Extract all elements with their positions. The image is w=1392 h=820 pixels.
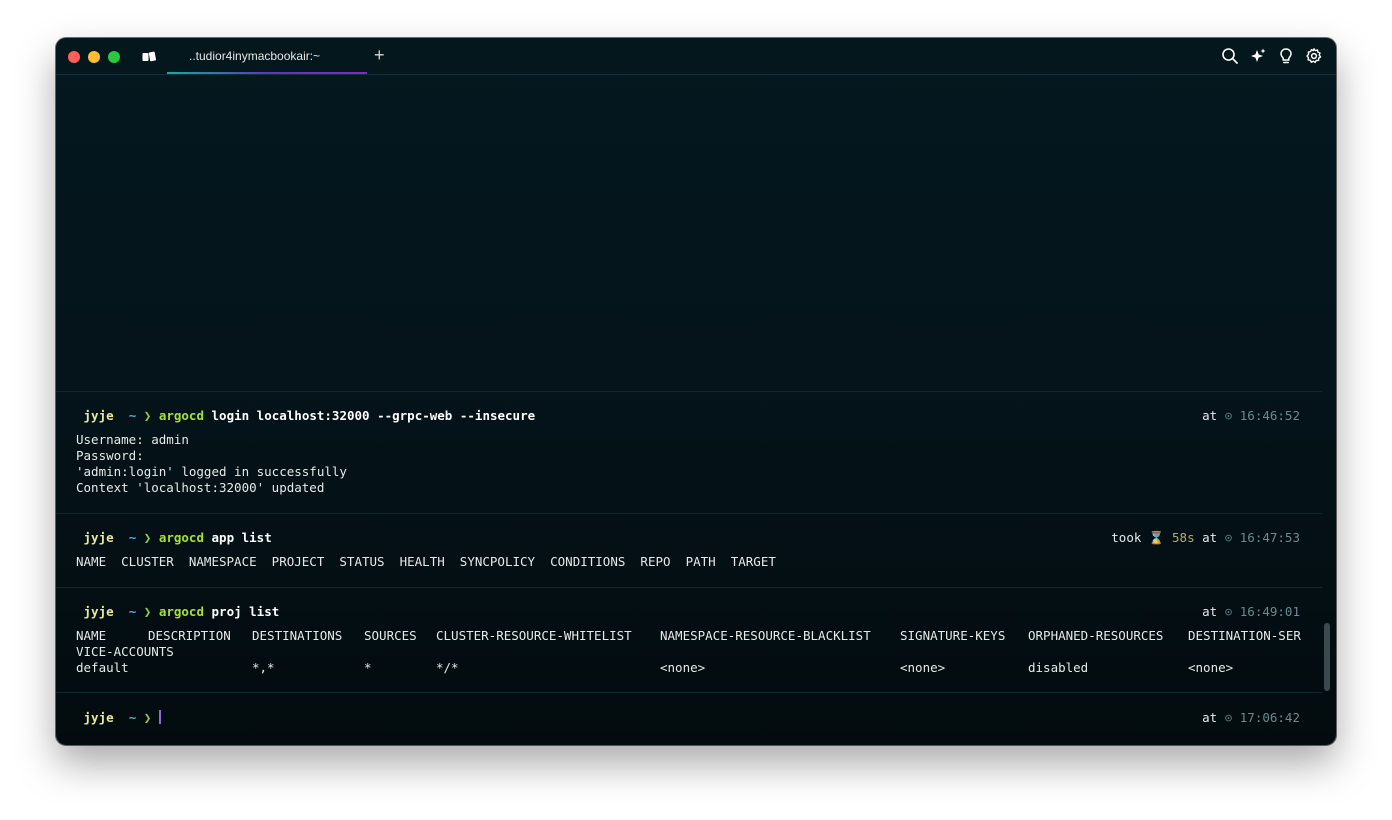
prompt-user: jyje: [83, 604, 114, 619]
prompt-user: jyje: [83, 710, 114, 725]
table-cell: disabled: [1028, 660, 1089, 675]
command-block-proj-list[interactable]: jyje ~ ❯ argocd proj list at ⊙ 16:49:01 …: [56, 587, 1322, 692]
timestamp: 17:06:42: [1239, 710, 1300, 725]
tab-active[interactable]: ..tudior4inymacbookair:~: [167, 38, 367, 74]
prompt-right-status: at ⊙ 17:06:42: [1202, 710, 1300, 726]
table-cell: *,*: [252, 660, 275, 675]
prompt-dir: ~: [128, 530, 137, 545]
command-args: proj list: [211, 604, 280, 619]
at-label: at: [1202, 710, 1218, 725]
tab-active-indicator: [167, 72, 367, 74]
table-header: SIGNATURE-KEYS: [900, 628, 1006, 643]
table-cell: <none>: [1188, 660, 1234, 675]
prompt-dir: ~: [128, 604, 137, 619]
timestamp: 16:47:53: [1239, 530, 1300, 545]
title-bar: ..tudior4inymacbookair:~ +: [56, 38, 1336, 75]
prompt-arrow-icon: ❯: [143, 604, 152, 619]
table-header-wrap: VICE-ACCOUNTS: [76, 644, 174, 659]
command-name: argocd: [158, 604, 204, 619]
minimize-window-button[interactable]: [88, 51, 100, 63]
clock-icon: ⊙: [1224, 408, 1233, 423]
prompt-user: jyje: [83, 530, 114, 545]
tab-overview-icon[interactable]: [142, 50, 156, 62]
table-cell: *: [364, 660, 372, 675]
terminal-output[interactable]: jyje ~ ❯ argocd login localhost:32000 --…: [56, 75, 1330, 745]
zoom-window-button[interactable]: [108, 51, 120, 63]
command-args: app list: [211, 530, 272, 545]
table-cell: */*: [436, 660, 459, 675]
timestamp: 16:46:52: [1239, 408, 1300, 423]
table-cell: <none>: [660, 660, 706, 675]
prompt-right-status: at ⊙ 16:46:52: [1202, 408, 1300, 424]
terminal-window: ..tudior4inymacbookair:~ + jyje ~ ❯ argo…: [56, 38, 1336, 745]
prompt-right-status: at ⊙ 16:49:01: [1202, 604, 1300, 620]
search-icon[interactable]: [1221, 47, 1239, 65]
prompt-arrow-icon: ❯: [143, 408, 152, 423]
table-header: SOURCES: [364, 628, 417, 643]
prompt-dir: ~: [128, 710, 137, 725]
close-window-button[interactable]: [68, 51, 80, 63]
took-label: took: [1111, 530, 1142, 545]
timestamp: 16:49:01: [1239, 604, 1300, 619]
prompt-arrow-icon: ❯: [143, 710, 152, 725]
at-label: at: [1202, 604, 1218, 619]
prompt-line[interactable]: jyje ~ ❯: [76, 710, 161, 726]
prompt-dir: ~: [128, 408, 137, 423]
hourglass-icon: ⌛: [1148, 530, 1165, 545]
table-header: NAME: [76, 628, 107, 643]
tab-title: ..tudior4inymacbookair:~: [189, 49, 321, 63]
command-args: login localhost:32000 --grpc-web --insec…: [211, 408, 536, 423]
command-block-login[interactable]: jyje ~ ❯ argocd login localhost:32000 --…: [56, 391, 1322, 513]
vertical-scrollbar[interactable]: [1324, 623, 1330, 691]
output-line: NAME CLUSTER NAMESPACE PROJECT STATUS HE…: [76, 554, 776, 569]
table-cell: default: [76, 660, 129, 675]
table-header: DESTINATIONS: [252, 628, 343, 643]
text-cursor[interactable]: [158, 710, 161, 724]
current-prompt-block[interactable]: jyje ~ ❯ at ⊙ 17:06:42: [56, 692, 1322, 745]
table-header: NAMESPACE-RESOURCE-BLACKLIST: [660, 628, 871, 643]
table-header: ORPHANED-RESOURCES: [1028, 628, 1164, 643]
output-line: Context 'localhost:32000' updated: [76, 480, 325, 495]
output-line: Password:: [76, 448, 144, 463]
output-line: 'admin:login' logged in successfully: [76, 464, 347, 479]
prompt-user: jyje: [83, 408, 114, 423]
new-tab-button[interactable]: +: [374, 45, 385, 65]
table-cell: <none>: [900, 660, 946, 675]
prompt-line: jyje ~ ❯ argocd login localhost:32000 --…: [76, 408, 536, 424]
ai-sparkle-icon[interactable]: [1249, 47, 1267, 65]
gear-icon[interactable]: [1305, 47, 1323, 65]
command-block-app-list[interactable]: jyje ~ ❯ argocd app list took ⌛ 58s at ⊙…: [56, 513, 1322, 587]
table-header: DESCRIPTION: [148, 628, 231, 643]
output-line: Username: admin: [76, 432, 189, 447]
clock-icon: ⊙: [1224, 604, 1233, 619]
table-header: DESTINATION-SER: [1188, 628, 1301, 643]
prompt-arrow-icon: ❯: [143, 530, 152, 545]
command-name: argocd: [158, 530, 204, 545]
clock-icon: ⊙: [1224, 710, 1233, 725]
clock-icon: ⊙: [1224, 530, 1233, 545]
command-name: argocd: [158, 408, 204, 423]
at-label: at: [1202, 530, 1218, 545]
lightbulb-icon[interactable]: [1277, 47, 1295, 65]
prompt-line: jyje ~ ❯ argocd app list: [76, 530, 272, 546]
at-label: at: [1202, 408, 1218, 423]
prompt-right-status: took ⌛ 58s at ⊙ 16:47:53: [1111, 530, 1300, 546]
prompt-line: jyje ~ ❯ argocd proj list: [76, 604, 280, 620]
table-header: CLUSTER-RESOURCE-WHITELIST: [436, 628, 632, 643]
duration: 58s: [1172, 530, 1195, 545]
